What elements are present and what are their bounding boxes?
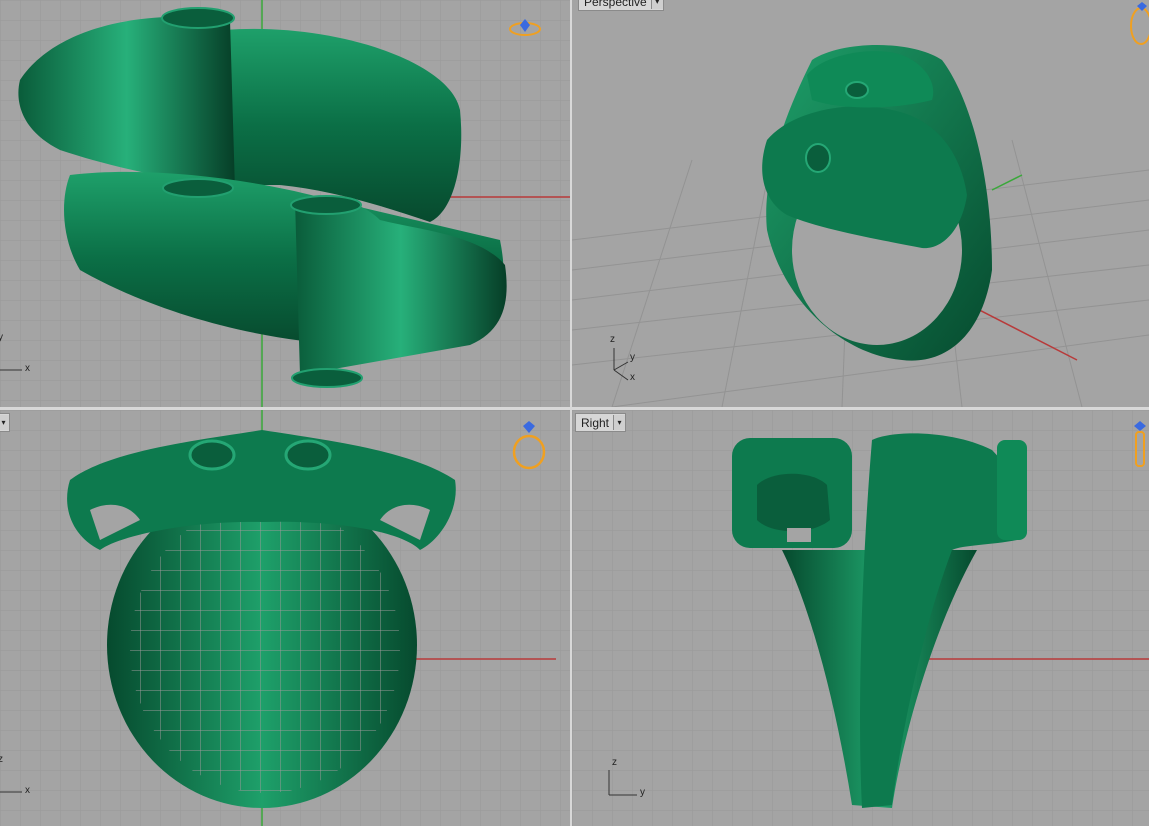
ring-icon — [512, 421, 546, 470]
chevron-down-icon[interactable]: ▾ — [613, 415, 626, 430]
diamond-icon — [1134, 421, 1146, 431]
diamond-icon — [523, 421, 535, 433]
axis-y-label: y — [630, 352, 635, 363]
viewport-label-right[interactable]: Right ▾ — [575, 413, 627, 432]
diamond-icon — [520, 19, 530, 32]
viewport-splitter-horizontal[interactable] — [0, 407, 1149, 410]
front-view-canvas[interactable] — [0, 410, 570, 826]
viewport-perspective[interactable]: Perspective ▾ x y z — [572, 0, 1149, 407]
viewport-right[interactable]: Right ▾ y z — [572, 410, 1149, 826]
viewport-splitter-vertical[interactable] — [570, 0, 572, 826]
axis-z-label: z — [610, 334, 615, 345]
axis-y-label: y — [0, 332, 3, 343]
axis-z-label: z — [0, 754, 3, 765]
axis-y-label: y — [640, 787, 645, 798]
ring-icon — [1134, 421, 1146, 467]
axis-x-label: x — [25, 785, 30, 796]
ring-icon — [1130, 2, 1149, 45]
top-view-canvas[interactable] — [0, 0, 570, 407]
right-view-canvas[interactable] — [572, 410, 1149, 826]
viewport-title: Right — [581, 415, 610, 430]
viewport-title: Perspective — [584, 0, 647, 9]
viewport-label-perspective[interactable]: Perspective ▾ — [578, 0, 664, 11]
chevron-down-icon[interactable]: ▾ — [0, 415, 9, 430]
chevron-down-icon[interactable]: ▾ — [650, 0, 663, 9]
axis-x-label: x — [25, 363, 30, 374]
viewport-front[interactable]: ▾ x z — [0, 410, 570, 826]
ring-icon — [509, 19, 541, 36]
axis-x-label: x — [630, 372, 635, 383]
viewport-label-front[interactable]: ▾ — [0, 413, 10, 432]
viewport-top[interactable]: x y — [0, 0, 570, 407]
axis-z-label: z — [612, 757, 617, 768]
perspective-view-canvas[interactable] — [572, 0, 1149, 407]
